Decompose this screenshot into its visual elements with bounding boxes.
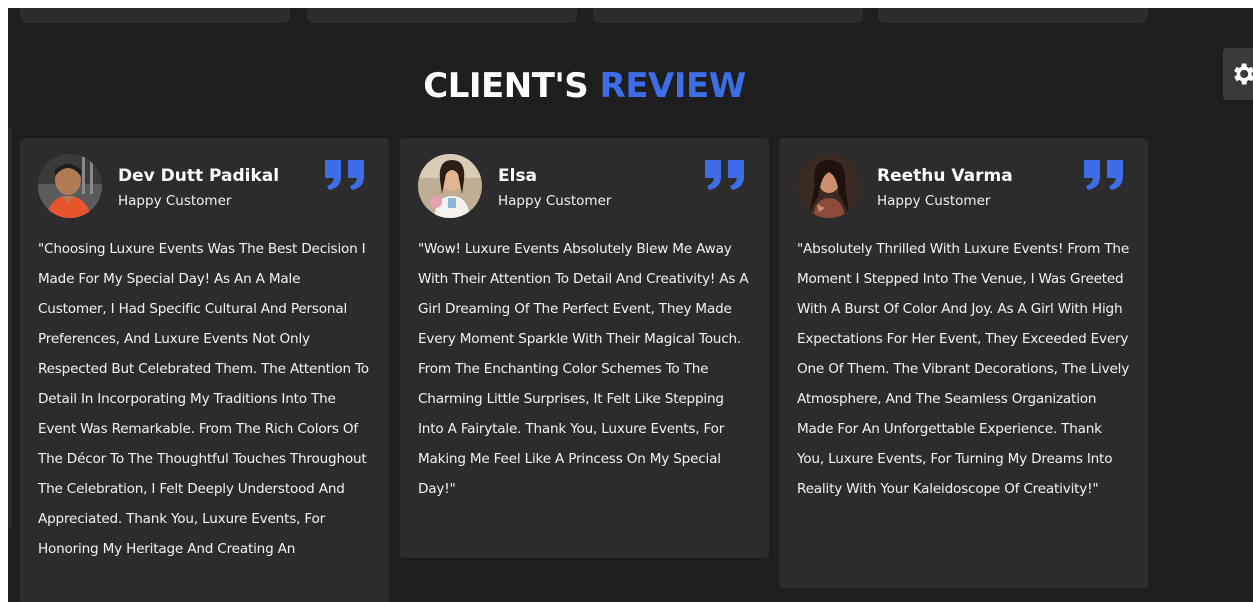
- previous-section-cards: [8, 8, 1253, 26]
- review-card: Dev Dutt Padikal Happy Customer "Choosin…: [20, 138, 389, 602]
- reviewer-role: Happy Customer: [877, 193, 991, 209]
- settings-button[interactable]: [1223, 48, 1253, 100]
- review-card: Reethu Varma Happy Customer "Absolutely …: [779, 138, 1148, 588]
- review-text: "Choosing Luxure Events Was The Best Dec…: [38, 241, 369, 557]
- top-card: [20, 8, 290, 23]
- reviewer-name: Dev Dutt Padikal: [118, 166, 280, 186]
- avatar: [797, 154, 861, 218]
- review-card-header: Reethu Varma Happy Customer: [797, 154, 1130, 222]
- top-card: [593, 8, 863, 23]
- quote-icon: [1084, 160, 1123, 190]
- review-text: "Wow! Luxure Events Absolutely Blew Me A…: [418, 241, 749, 497]
- carousel-edge: [8, 128, 12, 528]
- review-card: Elsa Happy Customer "Wow! Luxure Events …: [400, 138, 769, 558]
- review-card-header: Dev Dutt Padikal Happy Customer: [38, 154, 371, 222]
- avatar: [38, 154, 102, 218]
- top-card: [878, 8, 1148, 23]
- review-card-header: Elsa Happy Customer: [418, 154, 751, 222]
- section-title-accent: REVIEW: [599, 66, 747, 106]
- review-text: "Absolutely Thrilled With Luxure Events!…: [797, 241, 1130, 497]
- quote-icon: [705, 160, 744, 190]
- gear-icon: [1234, 63, 1253, 85]
- quote-icon: [325, 160, 364, 190]
- reviewer-name: Reethu Varma: [877, 166, 1013, 186]
- reviews-section: CLIENT'S REVIEW Dev Dutt Padikal Happy C…: [8, 8, 1253, 602]
- reviewer-name: Elsa: [498, 166, 538, 186]
- section-title-main: CLIENT'S: [423, 66, 589, 106]
- avatar: [418, 154, 482, 218]
- section-title: CLIENT'S REVIEW: [8, 66, 1161, 106]
- reviewer-role: Happy Customer: [498, 193, 612, 209]
- top-card: [307, 8, 577, 23]
- reviewer-role: Happy Customer: [118, 193, 232, 209]
